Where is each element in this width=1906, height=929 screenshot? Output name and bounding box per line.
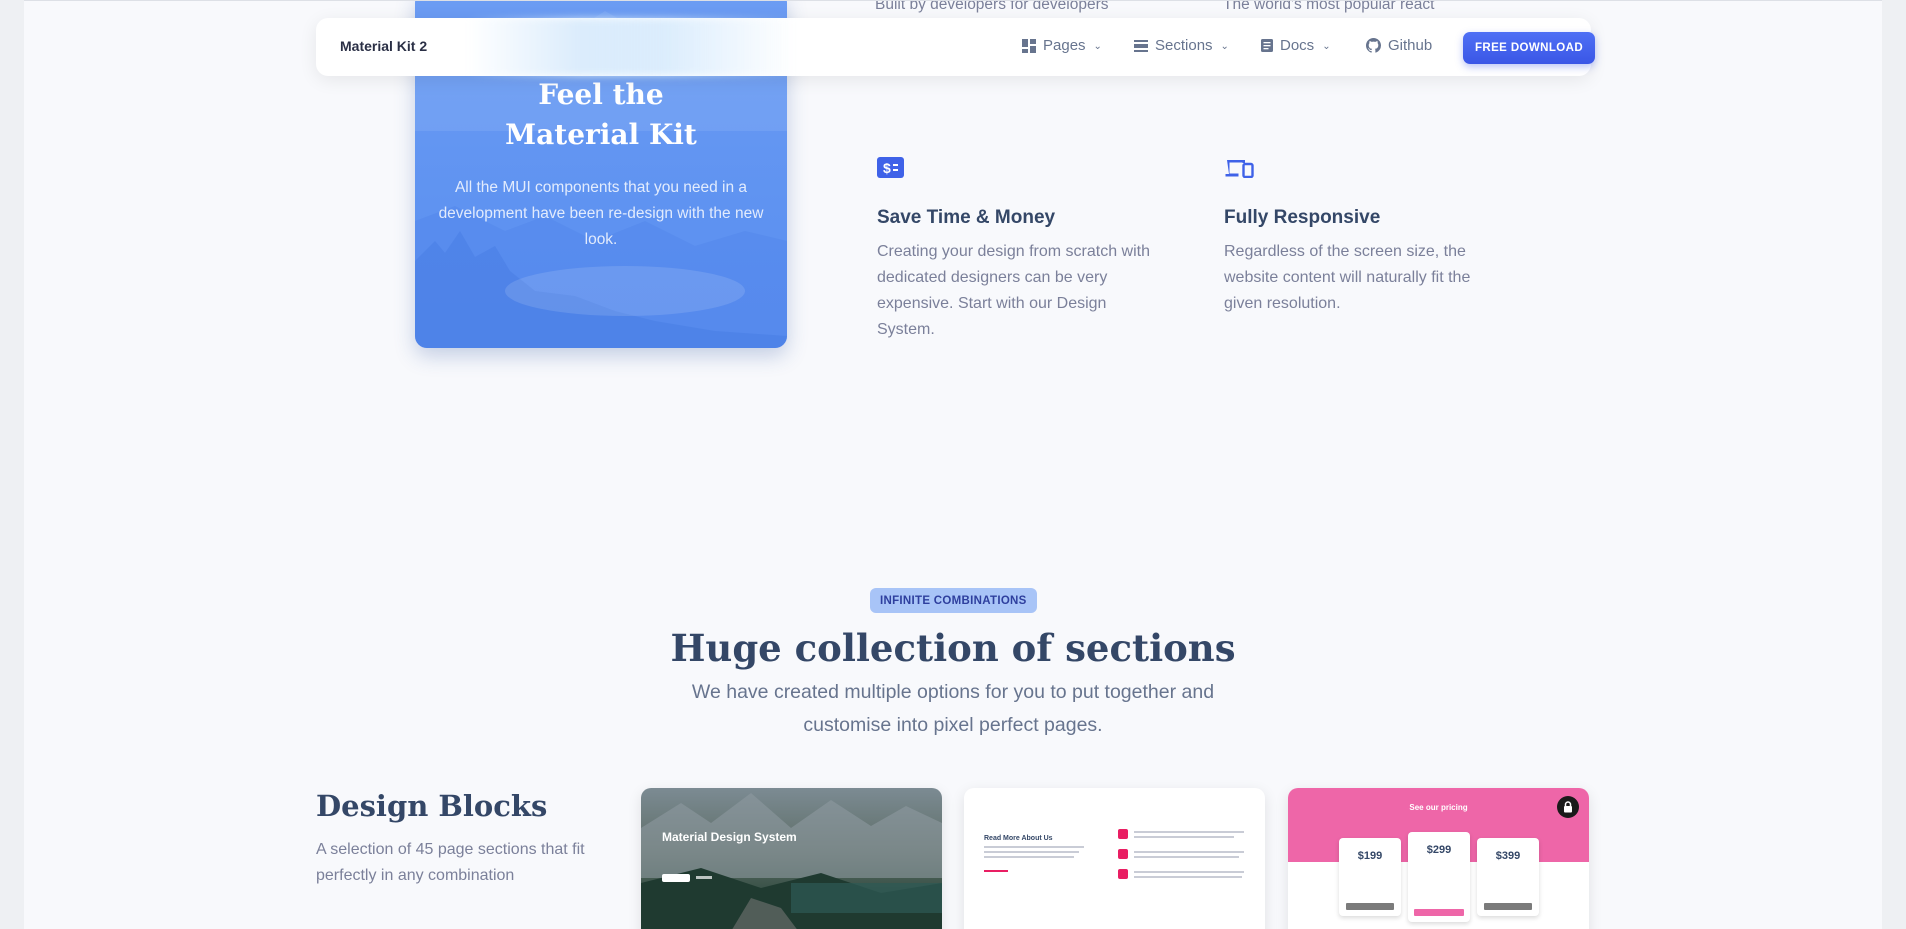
design-block-thumbnail-about[interactable]: Read More About Us xyxy=(964,788,1265,929)
section-title: Huge collection of sections xyxy=(670,626,1236,670)
thumbnail-pink-icon xyxy=(1118,849,1128,859)
free-download-button[interactable]: FREE DOWNLOAD xyxy=(1463,32,1595,64)
thumbnail-mini-button xyxy=(662,874,690,882)
lock-icon xyxy=(1564,801,1572,813)
devices-icon xyxy=(1225,160,1254,178)
design-block-thumbnail-header[interactable]: Material Design System xyxy=(641,788,942,929)
feature-title-responsive: Fully Responsive xyxy=(1224,207,1381,228)
feature-text-save-time: Creating your design from scratch with d… xyxy=(877,243,1150,338)
dashboard-grid-icon xyxy=(1022,38,1036,53)
section-badge: INFINITE COMBINATIONS xyxy=(870,588,1037,613)
price-value: $199 xyxy=(1357,850,1383,862)
chevron-down-icon: ⌄ xyxy=(1093,41,1102,52)
section-subtitle: We have created multiple options for you… xyxy=(691,681,1215,736)
nav-item-pages-label: Pages xyxy=(1043,37,1086,54)
pricing-card-starter: $199 xyxy=(1339,838,1401,916)
pricing-mini-button xyxy=(1414,909,1464,916)
page: Feel the Material Kit All the MUI compon… xyxy=(24,0,1882,929)
thumbnail-title-read-more: Read More About Us xyxy=(984,835,1053,842)
thumbnail-link xyxy=(984,870,1008,872)
thumbnail-line xyxy=(984,856,1074,858)
thumbnail-line xyxy=(1134,831,1244,833)
mountain-lake-image xyxy=(641,793,942,929)
thumbnail-title-material-design-system: Material Design System xyxy=(662,830,797,844)
nav-item-docs-label: Docs xyxy=(1280,37,1315,54)
design-blocks-text: A selection of 45 page sections that fit… xyxy=(316,841,585,884)
price-value: $299 xyxy=(1426,844,1452,856)
pricing-mini-button xyxy=(1484,903,1532,910)
design-blocks-title: Design Blocks xyxy=(316,789,548,823)
design-block-thumbnail-pricing[interactable]: See our pricing $199 $299 $399 xyxy=(1288,788,1589,929)
pricing-card-enterprise: $399 xyxy=(1477,838,1539,916)
thumbnail-pink-icon xyxy=(1118,869,1128,879)
pricing-card-premium: $299 xyxy=(1408,832,1470,922)
thumbnail-line xyxy=(984,851,1079,853)
thumbnail-line xyxy=(984,846,1084,848)
thumbnail-line xyxy=(1134,871,1244,873)
github-icon xyxy=(1366,38,1381,53)
pricing-mini-button xyxy=(1346,903,1394,910)
payments-icon: $ xyxy=(877,157,904,178)
nav-item-sections-label: Sections xyxy=(1155,37,1213,54)
nav-item-sections[interactable]: Sections ⌄ xyxy=(1134,37,1229,54)
nav-item-pages[interactable]: Pages ⌄ xyxy=(1022,37,1102,54)
article-icon xyxy=(1261,39,1273,52)
nav-item-github-label: Github xyxy=(1388,37,1433,54)
hero-title-line1: Feel the xyxy=(538,78,664,111)
clipped-feature-text-right: The world's most popular react xyxy=(1223,0,1435,13)
nav-item-docs[interactable]: Docs ⌄ xyxy=(1261,37,1331,54)
svg-text:$: $ xyxy=(883,160,891,176)
hero-title-line2: Material Kit xyxy=(505,118,697,151)
thumbnail-line xyxy=(1134,851,1244,853)
thumbnail-title-pricing: See our pricing xyxy=(1409,803,1468,812)
hero-title: Feel the Material Kit xyxy=(415,75,787,155)
thumbnail-line xyxy=(1134,856,1239,858)
navbar: Material Kit 2 Pages ⌄ Sections ⌄ Docs ⌄ xyxy=(316,18,1595,76)
view-day-icon xyxy=(1134,39,1148,52)
brand-logo[interactable]: Material Kit 2 xyxy=(340,38,427,54)
feature-title-save-time: Save Time & Money xyxy=(877,207,1056,228)
hero-subtitle: All the MUI components that you need in … xyxy=(438,179,764,248)
nav-item-github[interactable]: Github xyxy=(1366,37,1432,54)
thumbnail-line xyxy=(1134,876,1242,878)
thumbnail-mini-link xyxy=(696,876,712,879)
thumbnail-pink-icon xyxy=(1118,829,1128,839)
price-value: $399 xyxy=(1495,850,1521,862)
chevron-down-icon: ⌄ xyxy=(1220,41,1229,52)
thumbnail-line xyxy=(1134,836,1234,838)
lock-badge xyxy=(1557,796,1579,818)
clipped-feature-text-left: Built by developers for developers xyxy=(875,0,1109,13)
feature-text-responsive: Regardless of the screen size, the websi… xyxy=(1224,243,1471,312)
chevron-down-icon: ⌄ xyxy=(1322,41,1331,52)
